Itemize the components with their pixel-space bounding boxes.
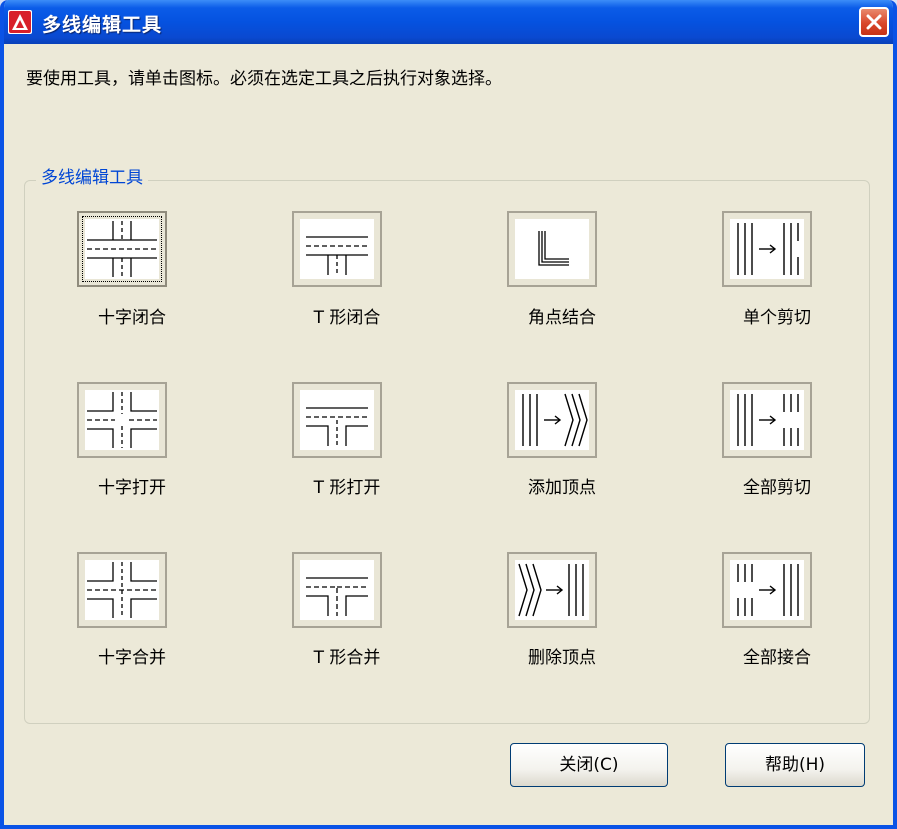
add-vertex-icon [522,393,588,447]
cut-all-button[interactable] [722,382,812,458]
tool-label: 十字合并 [98,648,166,668]
delete-vertex-icon [518,563,584,617]
help-button[interactable]: 帮助(H) [725,743,865,787]
add-vertex-button[interactable] [507,382,597,458]
instruction-text: 要使用工具，请单击图标。必须在选定工具之后执行对象选择。 [26,69,502,89]
close-icon [866,14,882,30]
tool-label: 十字闭合 [98,308,166,328]
tee-closed-button[interactable] [292,211,382,287]
tee-open-icon [306,407,368,446]
tool-label: T 形闭合 [313,308,381,328]
weld-all-icon [737,564,799,616]
autocad-logo-icon [8,10,32,34]
tool-label: T 形合并 [313,648,381,668]
tool-label: 全部接合 [743,648,811,668]
cross-open-button[interactable] [77,382,167,458]
title-bar[interactable]: 多线编辑工具 [4,0,893,44]
cross-merged-button[interactable] [77,552,167,628]
tee-closed-icon [306,236,368,275]
tool-label: 十字打开 [98,478,166,498]
cross-open-icon [87,392,157,448]
corner-joint-icon [538,231,569,266]
close-window-button[interactable] [859,7,889,37]
close-button[interactable]: 关闭(C) [510,743,668,787]
cut-all-icon [737,394,799,446]
dialog-window: 多线编辑工具 要使用工具，请单击图标。必须在选定工具之后执行对象选择。 多线编辑… [0,0,897,829]
tool-label: 添加顶点 [528,478,596,498]
cross-closed-icon [87,221,157,277]
corner-joint-button[interactable] [507,211,597,287]
tee-merged-button[interactable] [292,552,382,628]
cut-single-icon [737,223,799,275]
tool-label: T 形打开 [313,478,381,498]
cross-merged-icon [87,562,157,618]
cross-closed-button[interactable] [77,211,167,287]
delete-vertex-button[interactable] [507,552,597,628]
group-title: 多线编辑工具 [36,163,148,188]
tool-label: 删除顶点 [528,648,596,668]
tool-label: 全部剪切 [743,478,811,498]
tool-label: 单个剪切 [743,308,811,328]
window-title: 多线编辑工具 [42,14,163,36]
tee-merged-icon [306,577,368,616]
cut-single-button[interactable] [722,211,812,287]
tool-label: 角点结合 [528,308,596,328]
weld-all-button[interactable] [722,552,812,628]
tee-open-button[interactable] [292,382,382,458]
